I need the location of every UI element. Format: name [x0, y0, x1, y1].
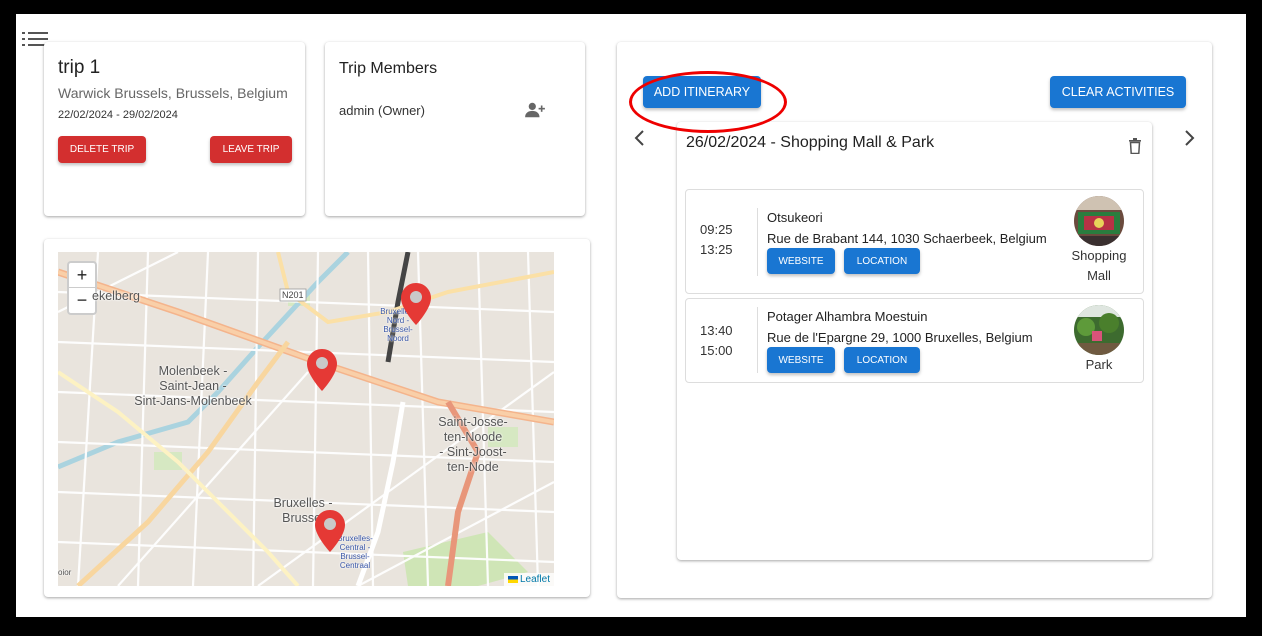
activity-item: 09:25 13:25 Otsukeori Rue de Brabant 144… [685, 189, 1144, 294]
clear-activities-button[interactable]: CLEAR ACTIVITIES [1050, 76, 1186, 108]
trip-dates: 22/02/2024 - 29/02/2024 [58, 109, 178, 121]
map-label-line: Molenbeek - [158, 364, 228, 378]
activity-name: Potager Alhambra Moestuin [767, 309, 928, 324]
activity-end-time: 13:25 [700, 242, 733, 257]
map-card: + − ekelberg N201 Molenbeek - Saint-Jean… [44, 239, 590, 597]
activity-times: 09:25 13:25 [700, 220, 740, 260]
activity-address: Rue de l'Epargne 29, 1000 Bruxelles, Bel… [767, 330, 1033, 345]
activity-end-time: 15:00 [700, 343, 733, 358]
activity-divider [757, 307, 758, 373]
activity-divider [757, 208, 758, 276]
activity-category-line: Mall [1087, 268, 1111, 283]
activity-category-line: Park [1085, 357, 1113, 372]
activity-item: 13:40 15:00 Potager Alhambra Moestuin Ru… [685, 298, 1144, 383]
map-label-line: Sint-Jans-Molenbeek [134, 394, 252, 408]
map[interactable]: + − ekelberg N201 Molenbeek - Saint-Jean… [58, 252, 554, 586]
chevron-left-icon[interactable] [630, 128, 650, 148]
zoom-control: + − [67, 261, 97, 315]
map-label-line: Brussel- [340, 552, 370, 561]
activity-start-time: 09:25 [700, 222, 733, 237]
activity-thumbnail [1074, 196, 1124, 246]
activity-times: 13:40 15:00 [700, 321, 740, 361]
activity-category-line: Shopping [1071, 248, 1127, 263]
trash-icon[interactable] [1128, 138, 1142, 154]
map-label-koekelberg: ekelberg [92, 289, 140, 303]
location-button[interactable]: LOCATION [844, 248, 920, 274]
leaflet-link[interactable]: Leaflet [520, 574, 550, 585]
website-button[interactable]: WEBSITE [767, 248, 835, 274]
add-itinerary-button[interactable]: ADD ITINERARY [643, 76, 761, 108]
map-marker-icon[interactable] [315, 510, 345, 552]
members-title: Trip Members [339, 60, 438, 77]
website-button[interactable]: WEBSITE [767, 347, 835, 373]
map-label-line: Brussel- [383, 325, 413, 334]
map-label-line: ten-Node [447, 460, 499, 474]
zoom-in-button[interactable]: + [69, 263, 95, 288]
member-name: admin (Owner) [339, 103, 425, 118]
map-label-line: Saint-Josse- [438, 415, 508, 429]
map-marker-icon[interactable] [307, 349, 337, 391]
map-label-line: Centraal [339, 561, 371, 570]
trip-card: trip 1 Warwick Brussels, Brussels, Belgi… [44, 42, 305, 216]
chevron-right-icon[interactable] [1179, 128, 1199, 148]
leave-trip-button[interactable]: LEAVE TRIP [210, 136, 292, 163]
map-label-edge: oior [58, 568, 72, 577]
map-label-line: Saint-Jean - [159, 379, 227, 393]
ukraine-flag-icon [507, 575, 518, 583]
map-marker-icon[interactable] [401, 283, 431, 325]
add-member-icon[interactable] [524, 101, 546, 119]
itinerary-panel: ADD ITINERARY CLEAR ACTIVITIES 26/02/202… [617, 42, 1212, 598]
map-label-molenbeek: Molenbeek - Saint-Jean - Sint-Jans-Molen… [128, 364, 258, 409]
activity-thumbnail [1074, 305, 1124, 355]
map-attribution[interactable]: Leaflet [503, 573, 554, 586]
day-card: 26/02/2024 - Shopping Mall & Park 09:25 … [677, 122, 1152, 560]
map-label-line: - Sint-Joost- [439, 445, 507, 459]
activity-category: Shopping Mall [1059, 246, 1139, 286]
activity-name: Otsukeori [767, 210, 823, 225]
map-label-line: Bruxelles - [273, 496, 333, 510]
day-title: 26/02/2024 - Shopping Mall & Park [686, 134, 935, 151]
map-label-n201: N201 [282, 290, 304, 300]
map-label-saint-josse: Saint-Josse- ten-Noode - Sint-Joost- ten… [428, 415, 518, 475]
trip-location: Warwick Brussels, Brussels, Belgium [58, 85, 288, 101]
activity-category: Park [1059, 355, 1139, 375]
activity-start-time: 13:40 [700, 323, 733, 338]
map-label-line: ten-Noode [443, 430, 503, 444]
trip-title: trip 1 [58, 57, 101, 78]
app-screen: trip 1 Warwick Brussels, Brussels, Belgi… [16, 14, 1246, 617]
trip-members-card: Trip Members admin (Owner) [325, 42, 585, 216]
map-label-line: Noord [387, 334, 409, 343]
delete-trip-button[interactable]: DELETE TRIP [58, 136, 146, 163]
location-button[interactable]: LOCATION [844, 347, 920, 373]
activity-address: Rue de Brabant 144, 1030 Schaerbeek, Bel… [767, 231, 1047, 246]
